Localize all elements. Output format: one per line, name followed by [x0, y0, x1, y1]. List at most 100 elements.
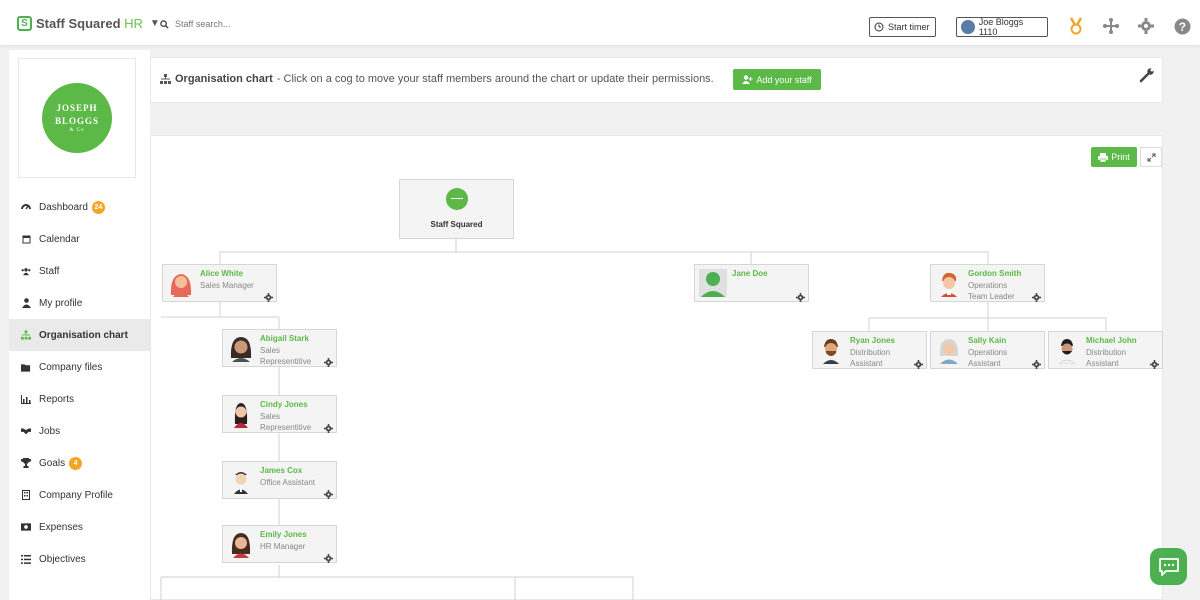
svg-text:?: ?: [1178, 20, 1185, 33]
staff-squared-logo-icon: [445, 188, 468, 210]
sidebar-item-expenses[interactable]: Expenses: [9, 511, 150, 543]
handshake-icon: [21, 427, 31, 435]
cog-icon[interactable]: [1032, 356, 1041, 369]
org-chart-panel: Print Staff Squared Alice White Sales Ma…: [150, 135, 1163, 600]
clock-icon: [874, 22, 884, 32]
sidebar-item-label: Reports: [39, 393, 75, 405]
settings-gear-icon[interactable]: [1137, 17, 1155, 35]
users-icon: [21, 267, 31, 276]
org-node-title: Office Assistant: [260, 478, 315, 487]
company-logo-text-2: BLOGGS: [54, 116, 99, 126]
org-node-title: Sales Representitive: [260, 346, 312, 366]
user-icon: [21, 298, 31, 308]
sidebar-item-label: Objectives: [39, 553, 86, 565]
cog-icon[interactable]: [324, 354, 333, 367]
sidebar-item-label: Jobs: [39, 425, 61, 437]
page-header: Organisation chart - Click on a cog to m…: [150, 57, 1163, 103]
move-arrows-icon[interactable]: [1102, 17, 1120, 35]
sidebar-item-my-profile[interactable]: My profile: [9, 287, 150, 319]
org-node-ryan-jones: Ryan Jones Distribution Assistant: [812, 331, 927, 369]
sidebar-item-calendar[interactable]: Calendar: [9, 223, 150, 255]
org-node-name: Cindy Jones: [260, 400, 308, 409]
org-node-name: James Cox: [260, 466, 303, 475]
company-logo-text-3: & Co: [69, 128, 85, 133]
cog-icon[interactable]: [324, 486, 333, 499]
brand-logo-icon: S: [17, 16, 32, 31]
cog-icon[interactable]: [796, 289, 805, 302]
org-node-gordon-smith: Gordon Smith Operations Team Leader: [930, 264, 1045, 302]
sidebar-nav: Dashboard 24 Calendar Staff My profile O…: [9, 191, 150, 575]
wrench-icon[interactable]: [1139, 67, 1155, 88]
avatar: [1053, 336, 1081, 364]
list-icon: [21, 554, 31, 564]
org-root-node: Staff Squared: [399, 179, 514, 239]
sidebar-item-goals[interactable]: Goals 4: [9, 447, 150, 479]
start-timer-button[interactable]: Start timer: [869, 17, 936, 37]
sidebar-item-company-files[interactable]: Company files: [9, 351, 150, 383]
org-node-title: Sales Manager: [200, 281, 254, 290]
cog-icon[interactable]: [264, 289, 273, 302]
user-menu-button[interactable]: Joe Bloggs 1110: [956, 17, 1048, 37]
sidebar-item-label: Calendar: [39, 233, 80, 245]
help-icon[interactable]: ?: [1173, 17, 1191, 35]
top-bar: S Staff Squared HR ▼ Start timer Joe Blo…: [0, 0, 1200, 46]
org-node-name: Jane Doe: [732, 269, 768, 278]
cog-icon[interactable]: [1150, 356, 1159, 369]
org-node-emily-jones: Emily Jones HR Manager: [222, 525, 337, 563]
sidebar-item-dashboard[interactable]: Dashboard 24: [9, 191, 150, 223]
cog-icon[interactable]: [324, 550, 333, 563]
avatar: [227, 400, 255, 428]
company-logo-text-1: JOSEPH: [56, 103, 98, 113]
staff-search[interactable]: [160, 19, 375, 29]
chat-button[interactable]: [1150, 548, 1187, 585]
sidebar-item-label: Company files: [39, 361, 103, 373]
brand-name: Staff Squared HR: [36, 16, 143, 31]
cog-icon[interactable]: [914, 356, 923, 369]
sidebar-item-reports[interactable]: Reports: [9, 383, 150, 415]
avatar: [227, 530, 255, 558]
cog-icon[interactable]: [1032, 289, 1041, 302]
goals-badge: 4: [69, 456, 83, 470]
sidebar-item-label: Dashboard: [39, 201, 88, 213]
avatar: [699, 269, 727, 297]
cog-icon[interactable]: [324, 420, 333, 433]
add-user-icon: [742, 75, 753, 84]
avatar: [961, 20, 975, 34]
org-node-title: Distribution Assistant: [1086, 348, 1127, 368]
org-node-name: Sally Kain: [968, 336, 1007, 345]
sitemap-icon: [160, 74, 171, 84]
sitemap-icon: [21, 330, 31, 340]
user-label: Joe Bloggs 1110: [978, 17, 1024, 37]
sidebar-item-jobs[interactable]: Jobs: [9, 415, 150, 447]
search-icon: [160, 19, 169, 29]
page-title-row: Organisation chart - Click on a cog to m…: [160, 73, 714, 85]
sidebar-item-company-profile[interactable]: Company Profile: [9, 479, 150, 511]
sidebar-item-objectives[interactable]: Objectives: [9, 543, 150, 575]
sidebar: JOSEPH BLOGGS & Co Dashboard 24 Calendar…: [9, 50, 150, 600]
staff-search-input[interactable]: [175, 19, 375, 29]
org-node-name: Michael John: [1086, 336, 1137, 345]
bar-chart-icon: [21, 394, 31, 404]
add-staff-label: Add your staff: [756, 74, 812, 85]
org-node-name: Abigail Stark: [260, 334, 309, 343]
org-node-title: HR Manager: [260, 542, 306, 551]
org-node-title: Operations Assistant: [968, 348, 1008, 368]
dashboard-icon: [21, 202, 31, 212]
calendar-icon: [21, 234, 31, 244]
org-node-michael-john: Michael John Distribution Assistant: [1048, 331, 1163, 369]
org-node-title: Operations Team Leader: [968, 281, 1015, 301]
org-root-label: Staff Squared: [430, 220, 483, 229]
add-staff-button[interactable]: Add your staff: [733, 69, 821, 90]
org-node-name: Gordon Smith: [968, 269, 1022, 278]
start-timer-label: Start timer: [888, 22, 930, 32]
sidebar-item-staff[interactable]: Staff: [9, 255, 150, 287]
medal-icon[interactable]: [1067, 17, 1085, 35]
brand-switcher[interactable]: S Staff Squared HR ▼: [17, 16, 160, 31]
sidebar-item-label: Expenses: [39, 521, 83, 533]
sidebar-item-label: Staff: [39, 265, 60, 277]
trophy-icon: [21, 458, 31, 468]
org-node-name: Ryan Jones: [850, 336, 895, 345]
company-logo: JOSEPH BLOGGS & Co: [42, 83, 112, 153]
sidebar-item-organisation-chart[interactable]: Organisation chart: [9, 319, 150, 351]
sidebar-item-label: Company Profile: [39, 489, 113, 501]
